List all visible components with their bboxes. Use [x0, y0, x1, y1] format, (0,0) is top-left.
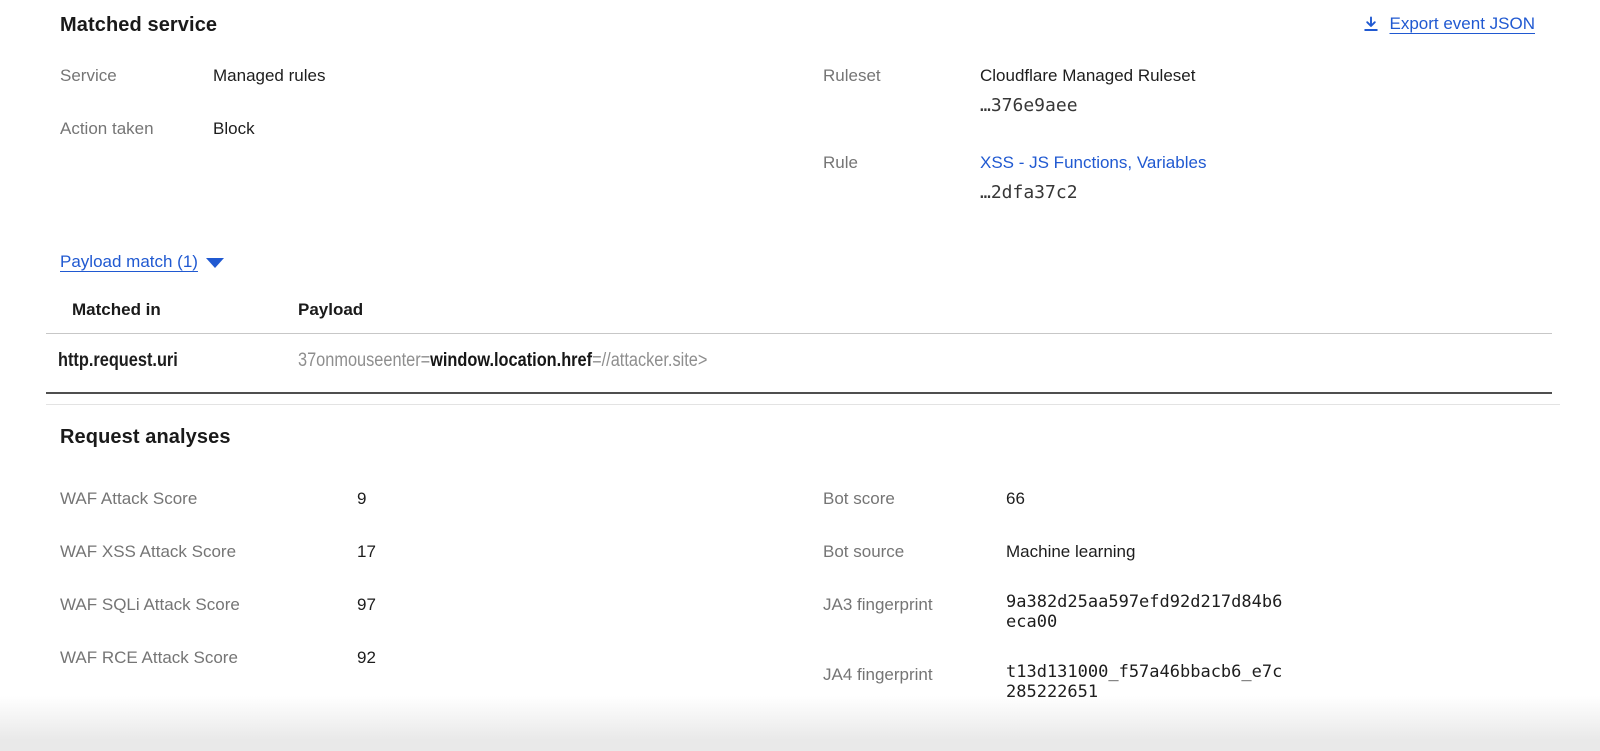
waf-rce-attack-score-field: WAF RCE Attack Score 92: [60, 648, 823, 668]
waf-xss-attack-score-value: 17: [357, 542, 376, 562]
request-analyses-fields: WAF Attack Score 9 WAF XSS Attack Score …: [60, 489, 1535, 735]
waf-attack-score-label: WAF Attack Score: [60, 489, 357, 509]
chevron-down-icon: [206, 258, 224, 268]
request-analyses-title: Request analyses: [60, 425, 1535, 449]
matched-in-column-header: Matched in: [46, 300, 298, 334]
ja4-fingerprint-label: JA4 fingerprint: [823, 665, 1006, 702]
request-analyses-left-column: WAF Attack Score 9 WAF XSS Attack Score …: [60, 489, 823, 735]
matched-service-left-column: Service Managed rules Action taken Block: [60, 66, 823, 236]
waf-sqli-attack-score-field: WAF SQLi Attack Score 97: [60, 595, 823, 615]
payload-suffix: =//attacker.site>: [592, 350, 707, 371]
matched-in-cell: http.request.uri: [46, 334, 298, 394]
service-field: Service Managed rules: [60, 66, 823, 86]
matched-service-fields: Service Managed rules Action taken Block…: [60, 66, 1535, 236]
export-event-json-link[interactable]: Export event JSON: [1362, 13, 1535, 35]
bot-source-value: Machine learning: [1006, 542, 1135, 562]
waf-xss-attack-score-field: WAF XSS Attack Score 17: [60, 542, 823, 562]
payload-prefix: 37onmouseenter=: [298, 350, 430, 371]
export-event-json-label: Export event JSON: [1389, 13, 1535, 35]
payload-match-table: Matched in Payload http.request.uri 37on…: [46, 300, 1552, 394]
matched-service-title: Matched service: [60, 13, 217, 37]
ja3-fingerprint-label: JA3 fingerprint: [823, 595, 1006, 632]
ruleset-id: …376e9aee: [980, 96, 1195, 116]
service-value: Managed rules: [213, 66, 325, 86]
bot-score-field: Bot score 66: [823, 489, 1535, 509]
ruleset-name: Cloudflare Managed Ruleset: [980, 66, 1195, 86]
bot-score-label: Bot score: [823, 489, 1006, 509]
ja4-fingerprint-value: t13d131000_f57a46bbacb6_e7c285222651: [1006, 662, 1287, 702]
ja4-fingerprint-field: JA4 fingerprint t13d131000_f57a46bbacb6_…: [823, 665, 1535, 702]
rule-name-link[interactable]: XSS - JS Functions, Variables: [980, 153, 1206, 172]
payload-highlight: window.location.href: [430, 350, 592, 371]
action-taken-label: Action taken: [60, 119, 213, 139]
payload-table-row: http.request.uri 37onmouseenter=window.l…: [46, 334, 1552, 394]
bot-score-value: 66: [1006, 489, 1025, 509]
matched-service-header: Matched service Export event JSON: [60, 13, 1535, 37]
payload-match-toggle-label: Payload match (1): [60, 252, 198, 272]
rule-field: Rule XSS - JS Functions, Variables …2dfa…: [823, 153, 1535, 203]
waf-sqli-attack-score-value: 97: [357, 595, 376, 615]
waf-rce-attack-score-label: WAF RCE Attack Score: [60, 648, 357, 668]
waf-attack-score-field: WAF Attack Score 9: [60, 489, 823, 509]
ruleset-value: Cloudflare Managed Ruleset …376e9aee: [980, 66, 1195, 116]
waf-attack-score-value: 9: [357, 489, 366, 509]
ja3-fingerprint-value: 9a382d25aa597efd92d217d84b6eca00: [1006, 592, 1287, 632]
waf-xss-attack-score-label: WAF XSS Attack Score: [60, 542, 357, 562]
bot-source-label: Bot source: [823, 542, 1006, 562]
payload-match-toggle[interactable]: Payload match (1): [60, 252, 224, 272]
service-label: Service: [60, 66, 213, 86]
payload-table-header-row: Matched in Payload: [46, 300, 1552, 334]
action-taken-value: Block: [213, 119, 255, 139]
payload-cell: 37onmouseenter=window.location.href=//at…: [298, 334, 1552, 394]
download-icon: [1362, 15, 1380, 33]
event-detail-panel: Matched service Export event JSON Servic…: [0, 0, 1600, 751]
matched-service-right-column: Ruleset Cloudflare Managed Ruleset …376e…: [823, 66, 1535, 236]
rule-id: …2dfa37c2: [980, 183, 1206, 203]
rule-label: Rule: [823, 153, 980, 203]
rule-value: XSS - JS Functions, Variables …2dfa37c2: [980, 153, 1206, 203]
waf-sqli-attack-score-label: WAF SQLi Attack Score: [60, 595, 357, 615]
request-analyses-right-column: Bot score 66 Bot source Machine learning…: [823, 489, 1535, 735]
action-taken-field: Action taken Block: [60, 119, 823, 139]
ruleset-field: Ruleset Cloudflare Managed Ruleset …376e…: [823, 66, 1535, 116]
payload-column-header: Payload: [298, 300, 1552, 334]
bot-source-field: Bot source Machine learning: [823, 542, 1535, 562]
section-divider: [46, 404, 1560, 405]
ja3-fingerprint-field: JA3 fingerprint 9a382d25aa597efd92d217d8…: [823, 595, 1535, 632]
waf-rce-attack-score-value: 92: [357, 648, 376, 668]
ruleset-label: Ruleset: [823, 66, 980, 116]
